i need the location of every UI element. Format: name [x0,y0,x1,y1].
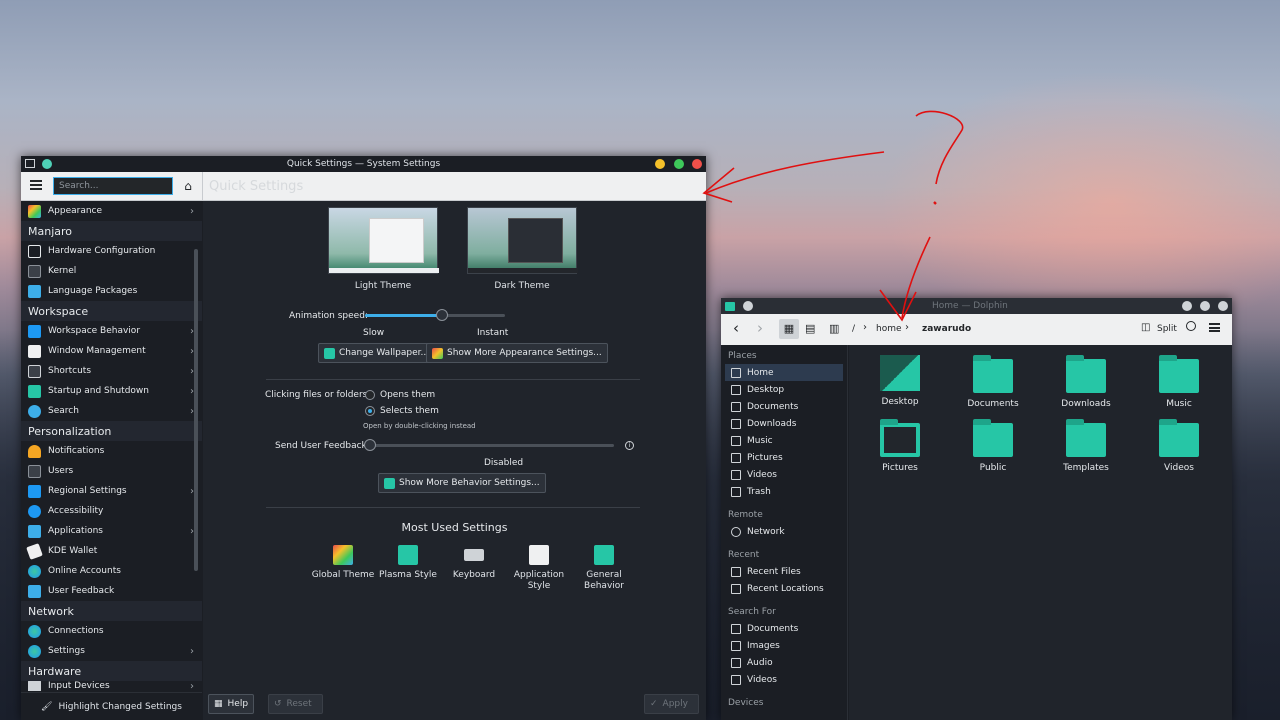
question-mark [915,110,964,185]
arrow-to-toolbar [705,151,885,194]
arrow-to-dolphin [901,236,931,319]
question-dot [933,201,937,205]
red-annotations [702,110,964,322]
arrowhead-toolbar [702,167,735,203]
arrowhead-dolphin [879,289,917,322]
